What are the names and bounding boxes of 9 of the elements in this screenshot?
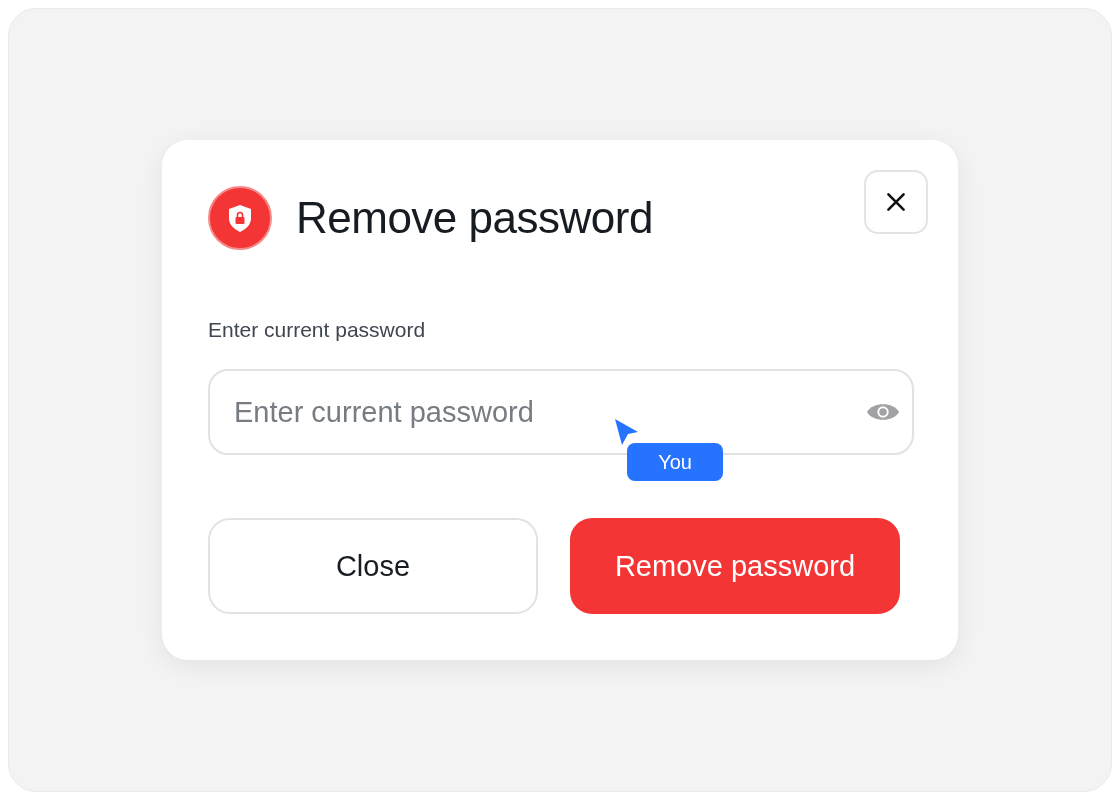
cancel-button[interactable]: Close xyxy=(208,518,538,614)
field-label: Enter current password xyxy=(208,318,427,342)
dialog-title: Remove password xyxy=(296,193,653,243)
remove-button[interactable]: Remove password xyxy=(570,518,900,614)
cursor-label: You xyxy=(627,443,723,481)
password-field[interactable]: Enter current password xyxy=(208,369,914,455)
cursor-arrow-icon xyxy=(614,418,640,446)
close-button[interactable] xyxy=(864,170,928,234)
shield-lock-icon xyxy=(208,186,272,250)
